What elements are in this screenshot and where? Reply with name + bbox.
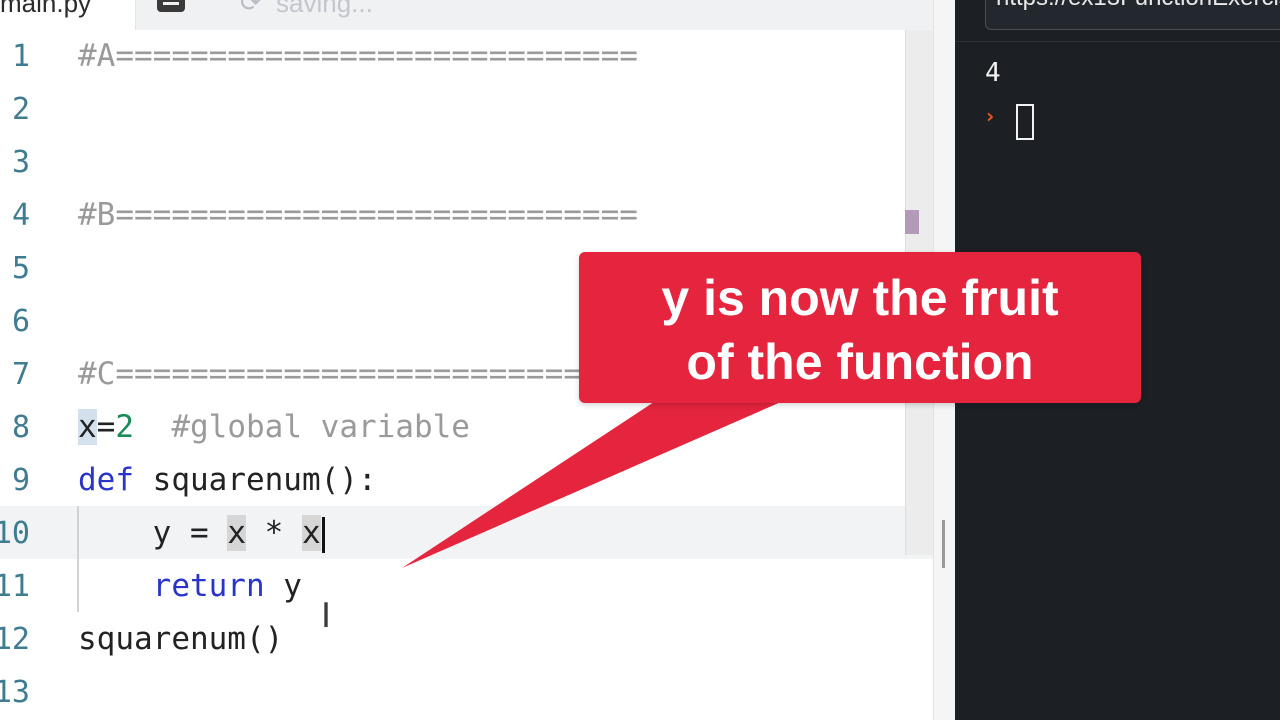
editor-tab-bar: main.py ⟳ saving...	[0, 0, 933, 31]
code-line-9[interactable]: def squarenum():	[78, 454, 377, 507]
line-number: 9	[11, 463, 30, 498]
line-number: 10	[0, 516, 30, 551]
console-header-border	[955, 41, 1280, 42]
keyword-return: return	[152, 568, 265, 604]
code-line-1[interactable]: #A============================	[78, 30, 638, 83]
url-bar[interactable]: https://ex13FunctionExercise	[985, 0, 1280, 30]
variable-x: x	[78, 409, 97, 445]
variable-x-ref: x	[227, 515, 246, 551]
console-output: 4	[985, 58, 1001, 88]
mouse-ibeam-icon: I	[321, 596, 332, 636]
text-caret	[321, 516, 325, 553]
line-number: 5	[11, 251, 30, 286]
code-line-12[interactable]: squarenum()	[78, 613, 283, 666]
line-number: 11	[0, 569, 30, 604]
callout-line-1: y is now the fruit	[661, 270, 1059, 326]
callout-line-2: of the function	[686, 334, 1034, 390]
code-line-11[interactable]: return y	[78, 560, 302, 613]
keyword-def: def	[78, 462, 134, 498]
resize-handle[interactable]	[942, 520, 945, 568]
console-cursor[interactable]	[1016, 104, 1034, 140]
scrollbar-marker	[905, 210, 919, 234]
line-number: 4	[11, 198, 30, 233]
url-text: https://ex13FunctionExercise	[996, 0, 1280, 12]
file-tab-label[interactable]: main.py	[0, 0, 91, 19]
assign-y: y =	[152, 515, 228, 551]
code-line-10[interactable]: y = x * x	[78, 507, 325, 560]
return-value: y	[264, 568, 302, 604]
annotation-callout: y is now the fruit of the function	[579, 252, 1141, 403]
line-number: 8	[11, 410, 30, 445]
line-number-gutter: 1 2 3 4 5 6 7 8 9 10 11 12 13	[0, 30, 60, 720]
line-number: 1	[11, 39, 30, 74]
line-number: 3	[11, 145, 30, 180]
line-number: 2	[11, 92, 30, 127]
line-number: 7	[11, 357, 30, 392]
comment-c: #C============================	[78, 356, 638, 392]
variable-x-ref: x	[301, 515, 321, 551]
callout-text: y is now the fruit of the function	[579, 266, 1141, 394]
number-literal: 2	[115, 409, 135, 445]
multiply-operator: *	[245, 515, 302, 551]
code-line-4[interactable]: #B============================	[78, 189, 638, 242]
assign-operator: =	[96, 409, 116, 445]
save-status: saving...	[276, 0, 373, 18]
file-options-icon[interactable]	[157, 0, 185, 12]
function-call: squarenum()	[78, 621, 284, 657]
inline-comment: #global variable	[171, 409, 470, 445]
code-line-7[interactable]: #C============================	[78, 348, 638, 401]
line-number: 6	[11, 304, 30, 339]
comment-b: #B============================	[78, 197, 638, 233]
prompt-chevron-icon: ›	[986, 104, 995, 128]
line-number: 12	[0, 622, 30, 657]
function-signature: squarenum():	[134, 462, 377, 498]
comment-a: #A============================	[78, 38, 638, 74]
code-line-8[interactable]: x=2 #global variable	[78, 401, 470, 454]
line-number: 13	[0, 675, 30, 710]
history-icon: ⟳	[240, 0, 262, 18]
